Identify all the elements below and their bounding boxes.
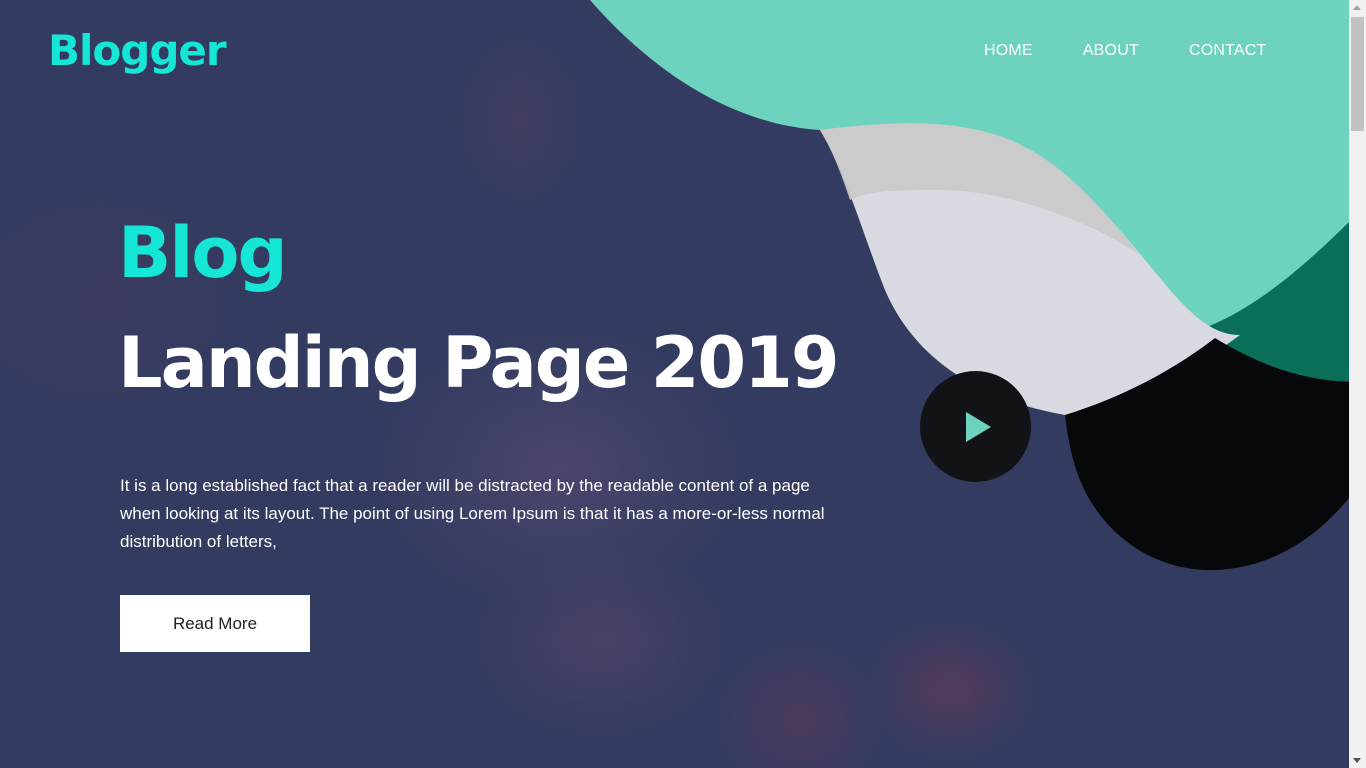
page-scrollbar[interactable] xyxy=(1349,0,1366,768)
play-icon xyxy=(966,412,991,442)
nav-link-home[interactable]: HOME xyxy=(984,42,1033,60)
nav-link-contact[interactable]: CONTACT xyxy=(1189,42,1267,60)
nav-link-about[interactable]: ABOUT xyxy=(1083,42,1139,60)
scroll-down-arrow-icon[interactable] xyxy=(1353,758,1361,763)
scroll-up-arrow-icon[interactable] xyxy=(1353,5,1361,10)
scrollbar-thumb[interactable] xyxy=(1351,17,1364,131)
hero-title-main: Landing Page 2019 xyxy=(118,322,840,404)
play-video-button[interactable] xyxy=(920,371,1031,482)
hero-description: It is a long established fact that a rea… xyxy=(120,476,825,551)
hero-section: Blogger HOME ABOUT CONTACT Blog Landing … xyxy=(0,0,1349,768)
hero-title-accent: Blog xyxy=(118,212,288,294)
site-logo[interactable]: Blogger xyxy=(48,26,227,75)
main-nav: HOME ABOUT CONTACT xyxy=(984,42,1266,60)
read-more-button[interactable]: Read More xyxy=(120,595,310,652)
